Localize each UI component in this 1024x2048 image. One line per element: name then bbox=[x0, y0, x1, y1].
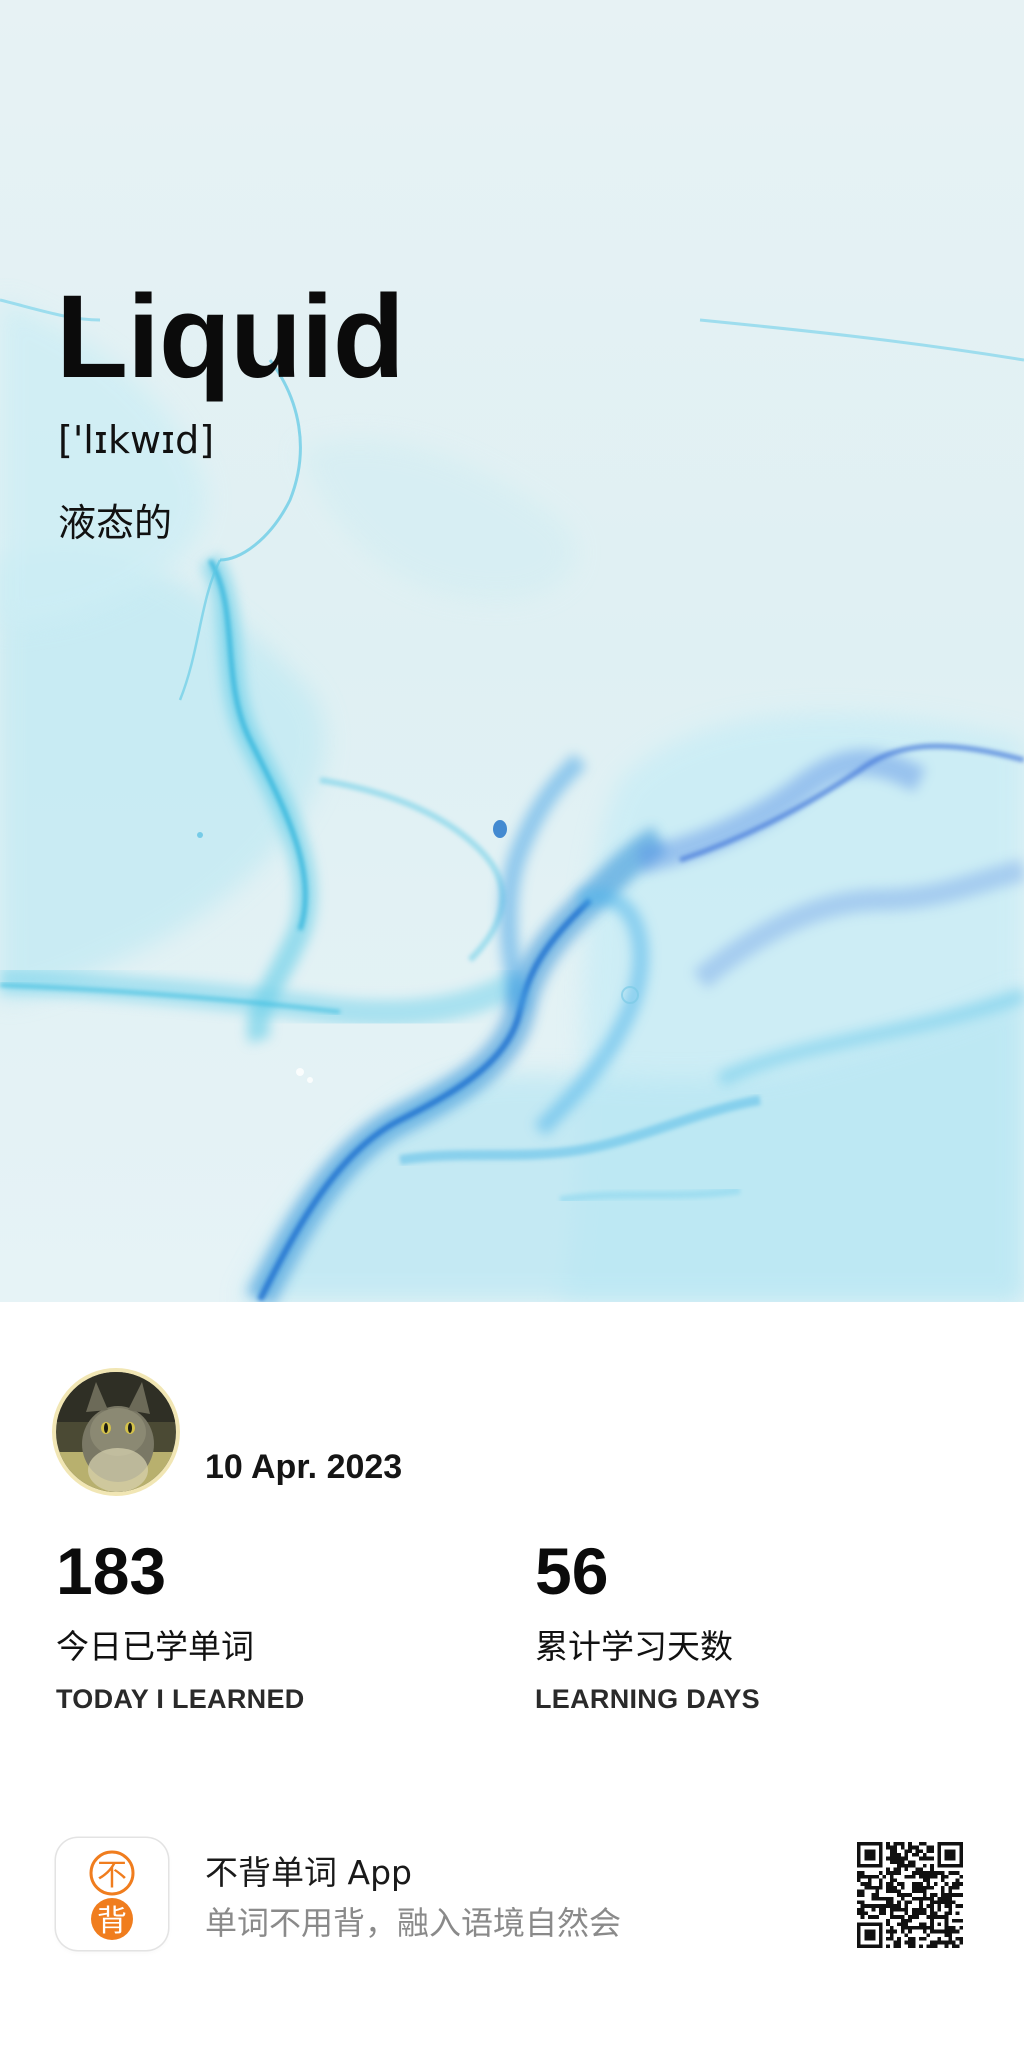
liquid-marble-art bbox=[0, 0, 1024, 1302]
qr-code-icon[interactable] bbox=[857, 1842, 963, 1948]
date-label: 10 Apr. 2023 bbox=[205, 1448, 403, 1486]
app-tagline: 单词不用背，融入语境自然会 bbox=[205, 1904, 622, 1942]
cat-avatar-image bbox=[56, 1372, 176, 1492]
stat-today-label-cn: 今日已学单词 bbox=[56, 1626, 254, 1666]
stat-days-value: 56 bbox=[535, 1534, 609, 1608]
word-meaning: 液态的 bbox=[58, 501, 173, 545]
hero-background: Liquid ['lɪkwɪd] 液态的 bbox=[0, 0, 1024, 1302]
avatar bbox=[56, 1372, 176, 1492]
word-phonetic: ['lɪkwɪd] bbox=[58, 418, 215, 462]
stat-days-label-cn: 累计学习天数 bbox=[535, 1626, 733, 1666]
app-name: 不背单词 App bbox=[205, 1853, 412, 1892]
stat-today-value: 183 bbox=[56, 1534, 167, 1608]
stat-today-label-en: TODAY I LEARNED bbox=[56, 1683, 305, 1714]
word-title: Liquid bbox=[56, 271, 405, 403]
stat-days-label-en: LEARNING DAYS bbox=[535, 1683, 760, 1714]
app-logo-icon[interactable]: 不 背 bbox=[56, 1838, 168, 1950]
stat-learning-days: 56 累计学习天数 LEARNING DAYS bbox=[535, 1535, 760, 1715]
app-logo-char-2: 背 bbox=[97, 1904, 127, 1939]
stat-today-learned: 183 今日已学单词 TODAY I LEARNED bbox=[56, 1535, 305, 1715]
app-logo-char-1: 不 bbox=[97, 1858, 127, 1893]
